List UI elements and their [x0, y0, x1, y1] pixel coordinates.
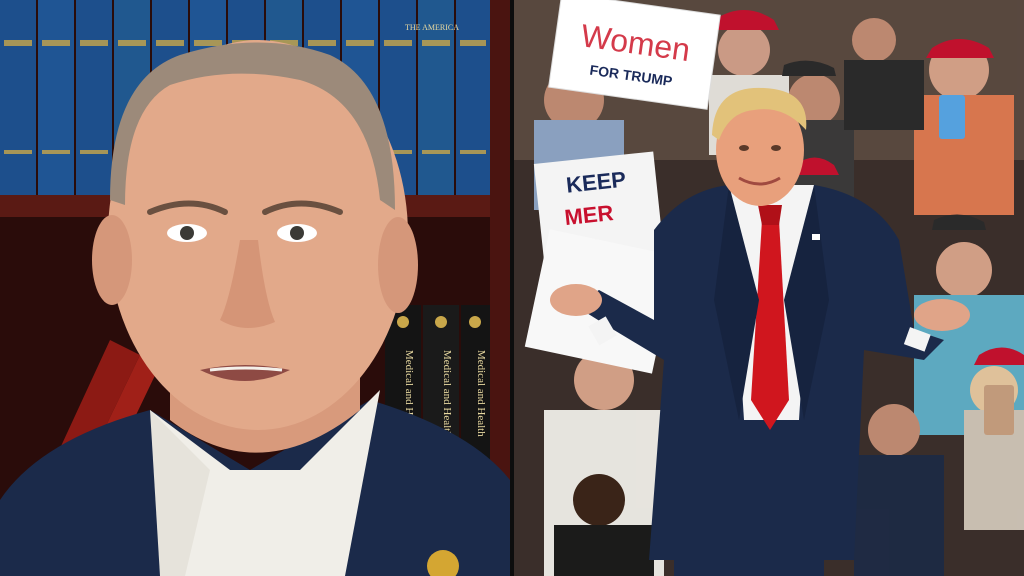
right-hand: [914, 299, 970, 331]
left-photo-panel: THE AMERICA Medical and Health Medical a…: [0, 0, 510, 576]
svg-text:MER: MER: [563, 200, 614, 230]
rally-photo: Women FOR TRUMP KEEP MER GR: [514, 0, 1024, 576]
left-hand: [550, 284, 602, 316]
book-spine-title: THE AMERICA: [405, 23, 459, 32]
phone: [984, 385, 1014, 435]
medical-spine-3: Medical and Health: [475, 350, 487, 437]
interview-photo: THE AMERICA Medical and Health Medical a…: [0, 0, 510, 576]
right-photo-panel: Women FOR TRUMP KEEP MER GR: [514, 0, 1024, 576]
medical-spine-2: Medical and Health: [441, 350, 453, 437]
phone: [939, 95, 965, 139]
